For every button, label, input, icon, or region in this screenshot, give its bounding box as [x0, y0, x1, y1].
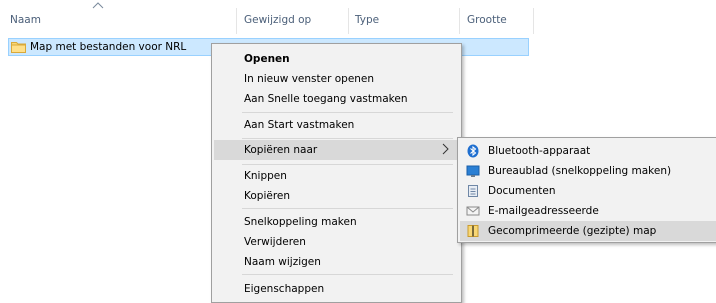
zip-folder-icon — [467, 225, 479, 237]
menu-item-create-shortcut[interactable]: Snelkoppeling maken — [244, 212, 357, 232]
submenu-item-zip[interactable]: Gecomprimeerde (gezipte) map — [488, 221, 656, 241]
menu-item-copy-to[interactable]: Kopiëren naar — [244, 140, 317, 160]
menu-item-properties[interactable]: Eigenschappen — [244, 279, 324, 299]
context-menu: Openen In nieuw venster openen Aan Snell… — [211, 43, 462, 303]
menu-item-open-new-window[interactable]: In nieuw venster openen — [244, 69, 374, 89]
column-separator[interactable] — [348, 8, 349, 34]
menu-item-copy[interactable]: Kopiëren — [244, 186, 290, 206]
column-separator[interactable] — [459, 8, 460, 34]
column-header-size[interactable]: Grootte — [467, 10, 507, 30]
menu-separator — [242, 208, 453, 209]
column-separator[interactable] — [236, 8, 237, 34]
folder-icon — [11, 42, 26, 53]
submenu-item-desktop[interactable]: Bureaublad (snelkoppeling maken) — [488, 161, 671, 181]
menu-item-pin-start[interactable]: Aan Start vastmaken — [244, 115, 354, 135]
submenu-item-bluetooth[interactable]: Bluetooth-apparaat — [488, 141, 590, 161]
menu-item-delete[interactable]: Verwijderen — [244, 232, 306, 252]
menu-separator — [242, 274, 453, 275]
file-name[interactable]: Map met bestanden voor NRL — [30, 38, 186, 56]
column-header-modified[interactable]: Gewijzigd op — [244, 10, 311, 30]
copy-to-submenu: Bluetooth-apparaat Bureaublad (snelkoppe… — [457, 137, 716, 243]
menu-item-rename[interactable]: Naam wijzigen — [244, 252, 321, 272]
menu-item-pin-quick-access[interactable]: Aan Snelle toegang vastmaken — [244, 89, 408, 109]
column-header-name[interactable]: Naam — [10, 10, 41, 30]
sort-ascending-icon — [92, 2, 104, 9]
chevron-right-icon — [442, 143, 449, 155]
menu-item-cut[interactable]: Knippen — [244, 166, 287, 186]
column-separator[interactable] — [533, 8, 534, 34]
menu-separator — [242, 138, 453, 139]
documents-icon — [468, 185, 478, 197]
bluetooth-icon — [467, 144, 479, 158]
column-header-type[interactable]: Type — [355, 10, 379, 30]
menu-item-open[interactable]: Openen — [244, 49, 290, 69]
mail-recipient-icon — [466, 206, 480, 216]
desktop-icon — [466, 165, 480, 177]
submenu-item-mail[interactable]: E-mailgeadresseerde — [488, 201, 599, 221]
submenu-item-documents[interactable]: Documenten — [488, 181, 556, 201]
menu-separator — [242, 164, 453, 165]
menu-separator — [242, 112, 453, 113]
